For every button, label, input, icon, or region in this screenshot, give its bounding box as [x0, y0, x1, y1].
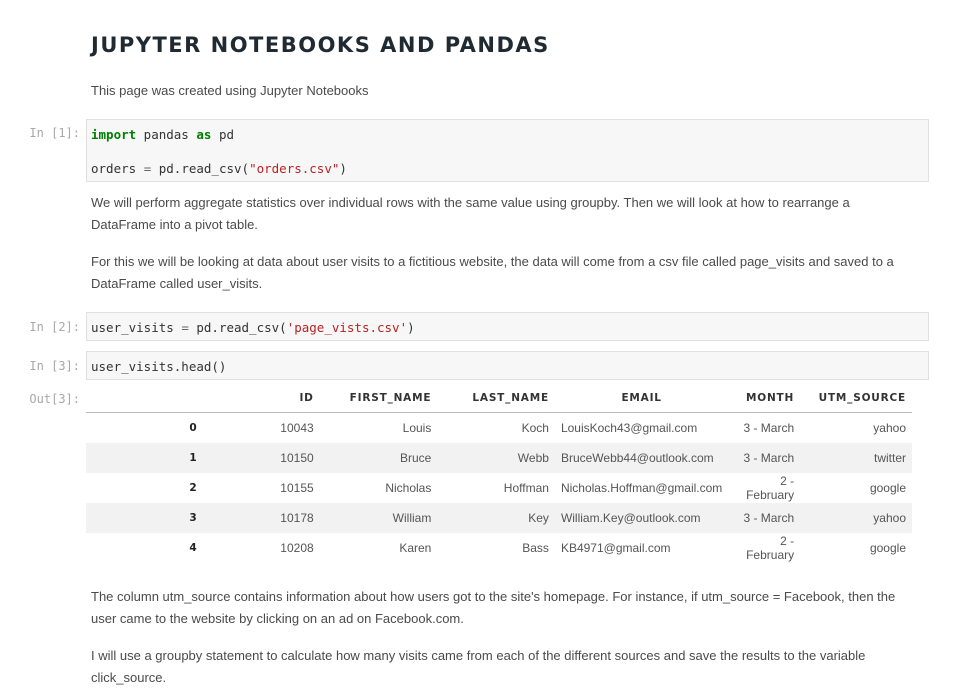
markdown-paragraph: We will perform aggregate statistics ove…: [91, 195, 850, 232]
cell-utm-source: yahoo: [873, 421, 906, 435]
dataframe-table: ID FIRST_NAME LAST_NAME EMAIL MONTH UTM_…: [86, 384, 912, 563]
table-row: 2 10155 Nicholas Hoffman Nicholas.Hoffma…: [86, 473, 912, 503]
intro-text: This page was created using Jupyter Note…: [91, 83, 369, 98]
markdown-paragraph: I will use a groupby statement to calcul…: [91, 648, 866, 685]
cell-prompt-in-3: In [3]:: [29, 359, 80, 373]
cell-email: BruceWebb44@outlook.com: [560, 451, 714, 465]
cell-last-name: Hoffman: [503, 481, 549, 495]
cell-email: KB4971@gmail.com: [560, 541, 671, 555]
cell-prompt-in-1: In [1]:: [29, 126, 80, 140]
page-title: JUPYTER NOTEBOOKS AND PANDAS: [91, 33, 550, 57]
row-index: 2: [189, 482, 197, 494]
code-line: orders = pd.read_csv("orders.csv"): [91, 161, 347, 176]
cell-id: 10043: [280, 421, 314, 435]
column-header: ID: [202, 384, 320, 413]
cell-first-name: Karen: [399, 541, 432, 555]
cell-first-name: Bruce: [399, 451, 432, 465]
cell-last-name: Koch: [521, 421, 549, 435]
code-line: user_visits = pd.read_csv('page_vists.cs…: [91, 320, 415, 335]
cell-prompt-out-3: Out[3]:: [29, 392, 80, 406]
column-header: MONTH: [728, 384, 801, 413]
cell-last-name: Webb: [517, 451, 549, 465]
table-row: 3 10178 William Key William.Key@outlook.…: [86, 503, 912, 533]
column-header: EMAIL: [554, 384, 729, 413]
markdown-paragraph: For this we will be looking at data abou…: [91, 254, 894, 291]
code-cell-3[interactable]: user_visits.head(): [86, 351, 929, 380]
row-index: 0: [189, 422, 197, 434]
cell-first-name: Nicholas: [385, 481, 432, 495]
cell-utm-source: google: [869, 541, 906, 555]
cell-month: 3 - March: [743, 421, 795, 435]
cell-id: 10155: [280, 481, 314, 495]
cell-first-name: William: [392, 511, 432, 525]
cell-first-name: Louis: [402, 421, 432, 435]
cell-id: 10208: [280, 541, 314, 555]
markdown-paragraph: The column utm_source contains informati…: [91, 589, 896, 626]
column-header: UTM_SOURCE: [800, 384, 912, 413]
row-index: 3: [189, 512, 197, 524]
column-header: [86, 384, 203, 413]
code-line: import pandas as pd: [91, 127, 235, 142]
cell-prompt-in-2: In [2]:: [29, 320, 80, 334]
cell-month: 2 - February: [746, 534, 795, 562]
row-index: 1: [189, 452, 197, 464]
cell-utm-source: twitter: [873, 451, 906, 465]
cell-last-name: Bass: [522, 541, 549, 555]
cell-utm-source: yahoo: [873, 511, 906, 525]
cell-email: Nicholas.Hoffman@gmail.com: [560, 481, 723, 495]
cell-month: 3 - March: [743, 451, 795, 465]
row-index: 4: [189, 542, 197, 554]
cell-month: 2 - February: [746, 474, 795, 502]
cell-last-name: Key: [528, 511, 549, 525]
cell-month: 3 - March: [743, 511, 795, 525]
cell-id: 10150: [280, 451, 314, 465]
code-line: user_visits.head(): [91, 359, 227, 374]
table-row: 4 10208 Karen Bass KB4971@gmail.com 2 - …: [86, 533, 912, 563]
cell-id: 10178: [280, 511, 314, 525]
cell-utm-source: google: [869, 481, 906, 495]
column-header: LAST_NAME: [437, 384, 555, 413]
table-header-row: ID FIRST_NAME LAST_NAME EMAIL MONTH UTM_…: [86, 384, 912, 413]
cell-email: LouisKoch43@gmail.com: [560, 421, 698, 435]
table-row: 1 10150 Bruce Webb BruceWebb44@outlook.c…: [86, 443, 912, 473]
column-header: FIRST_NAME: [319, 384, 438, 413]
table-row: 0 10043 Louis Koch LouisKoch43@gmail.com…: [86, 413, 912, 444]
code-cell-2[interactable]: user_visits = pd.read_csv('page_vists.cs…: [86, 312, 929, 341]
code-cell-1[interactable]: import pandas as pd orders = pd.read_csv…: [86, 119, 929, 182]
cell-email: William.Key@outlook.com: [560, 511, 701, 525]
